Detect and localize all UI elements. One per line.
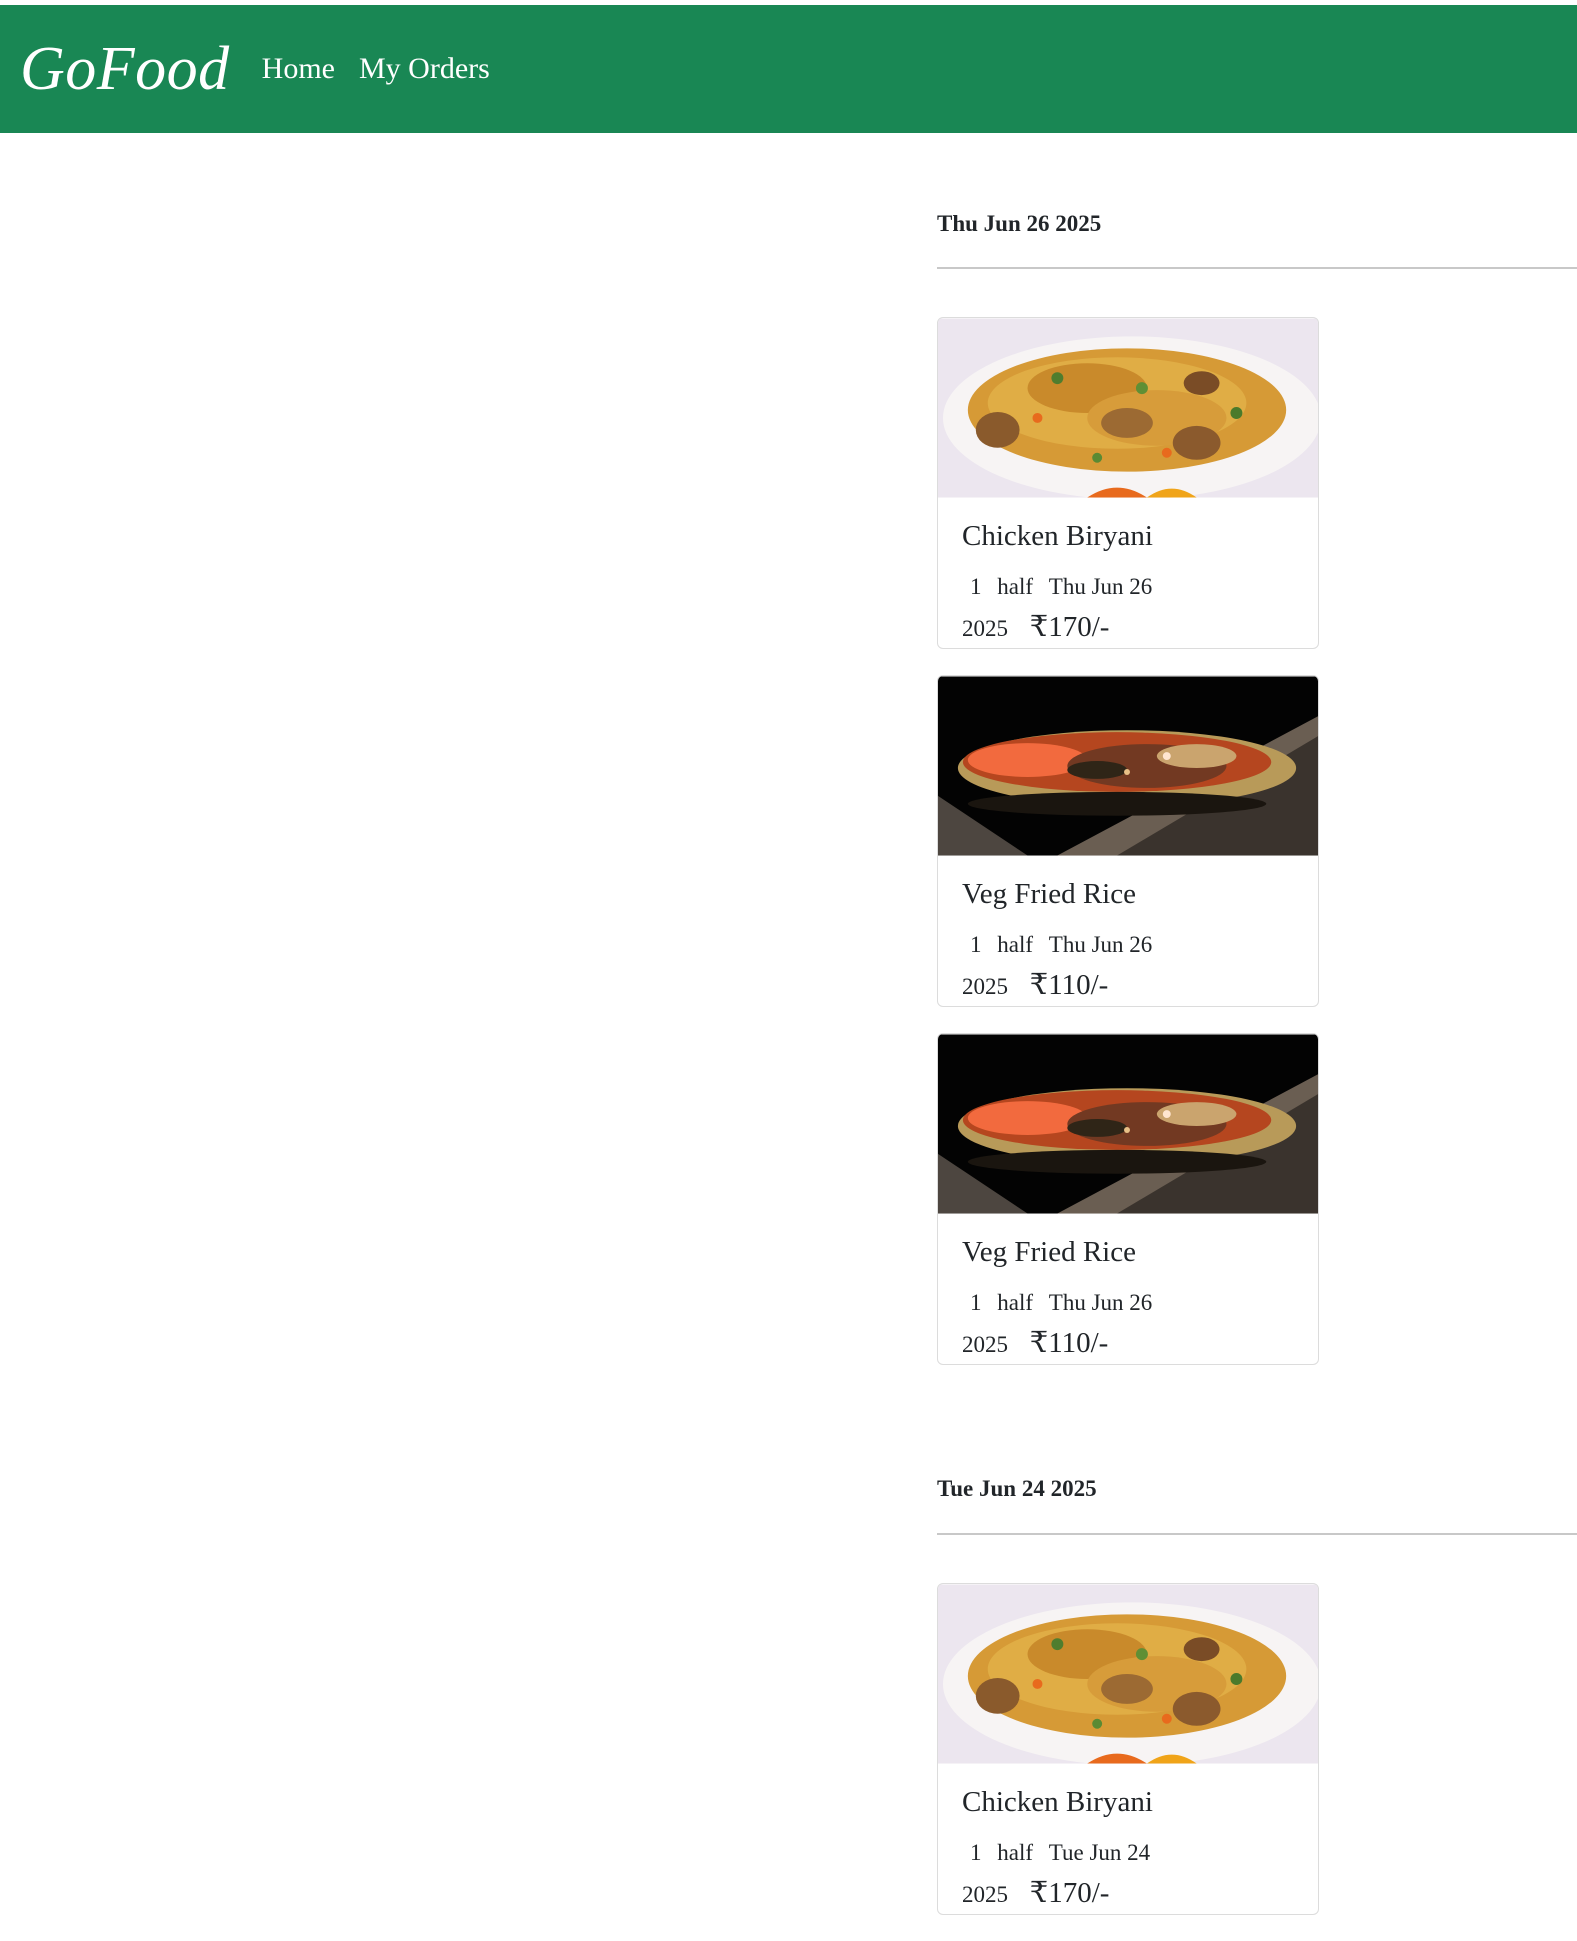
item-date: Tue Jun 24 <box>1048 1840 1151 1865</box>
card-body: Chicken Biryani 1 half Thu Jun 26 2025 ₹… <box>938 498 1318 648</box>
order-cards: Chicken Biryani 1 half Tue Jun 24 2025 ₹… <box>937 1535 1577 1915</box>
item-date-year: 2025 <box>962 1882 1008 1907</box>
order-card: Veg Fried Rice 1 half Thu Jun 26 2025 ₹1… <box>937 675 1319 1007</box>
item-size: half <box>997 574 1034 599</box>
item-date: Thu Jun 26 <box>1048 574 1153 599</box>
card-body: Veg Fried Rice 1 half Thu Jun 26 2025 ₹1… <box>938 856 1318 1006</box>
order-date-group: Tue Jun 24 2025 Chicken Biryani 1 half T… <box>937 1391 1577 1915</box>
item-price: ₹170/- <box>1029 611 1110 643</box>
fried-rice-image <box>938 676 1318 856</box>
card-body: Chicken Biryani 1 half Tue Jun 24 2025 ₹… <box>938 1764 1318 1914</box>
order-card: Veg Fried Rice 1 half Thu Jun 26 2025 ₹1… <box>937 1033 1319 1365</box>
item-size: half <box>997 932 1034 957</box>
item-details: 1 half Tue Jun 24 2025 ₹170/- <box>962 1832 1294 1914</box>
item-price: ₹110/- <box>1029 969 1109 1001</box>
item-size: half <box>997 1840 1034 1865</box>
order-date-group: Thu Jun 26 2025 Chicken Biryani 1 half T… <box>937 133 1577 1365</box>
item-name: Chicken Biryani <box>962 1786 1153 1818</box>
item-qty: 1 <box>970 1290 982 1315</box>
orders-container: Thu Jun 26 2025 Chicken Biryani 1 half T… <box>937 133 1577 1941</box>
order-card: Chicken Biryani 1 half Thu Jun 26 2025 ₹… <box>937 317 1319 649</box>
item-qty: 1 <box>970 1840 982 1865</box>
navbar: GoFood Home My Orders <box>0 5 1577 133</box>
item-date-year: 2025 <box>962 616 1008 641</box>
order-card: Chicken Biryani 1 half Tue Jun 24 2025 ₹… <box>937 1583 1319 1915</box>
order-date-heading: Thu Jun 26 2025 <box>937 211 1102 236</box>
biryani-image <box>938 318 1318 498</box>
item-details: 1 half Thu Jun 26 2025 ₹110/- <box>962 924 1294 1006</box>
item-date-year: 2025 <box>962 974 1008 999</box>
item-name: Veg Fried Rice <box>962 878 1136 910</box>
item-qty: 1 <box>970 574 982 599</box>
item-size: half <box>997 1290 1034 1315</box>
order-date-heading: Tue Jun 24 2025 <box>937 1476 1097 1501</box>
nav-my-orders-link[interactable]: My Orders <box>359 52 490 86</box>
fried-rice-image <box>938 1034 1318 1214</box>
item-name: Veg Fried Rice <box>962 1236 1136 1268</box>
item-date: Thu Jun 26 <box>1048 932 1153 957</box>
card-body: Veg Fried Rice 1 half Thu Jun 26 2025 ₹1… <box>938 1214 1318 1364</box>
item-details: 1 half Thu Jun 26 2025 ₹170/- <box>962 566 1294 648</box>
order-cards: Chicken Biryani 1 half Thu Jun 26 2025 ₹… <box>937 269 1577 1365</box>
item-price: ₹170/- <box>1029 1877 1110 1909</box>
brand-logo[interactable]: GoFood <box>20 34 230 105</box>
item-details: 1 half Thu Jun 26 2025 ₹110/- <box>962 1282 1294 1364</box>
nav-home-link[interactable]: Home <box>262 52 335 86</box>
biryani-image <box>938 1584 1318 1764</box>
item-date-year: 2025 <box>962 1332 1008 1357</box>
item-date: Thu Jun 26 <box>1048 1290 1153 1315</box>
item-price: ₹110/- <box>1029 1327 1109 1359</box>
item-qty: 1 <box>970 932 982 957</box>
item-name: Chicken Biryani <box>962 520 1153 552</box>
